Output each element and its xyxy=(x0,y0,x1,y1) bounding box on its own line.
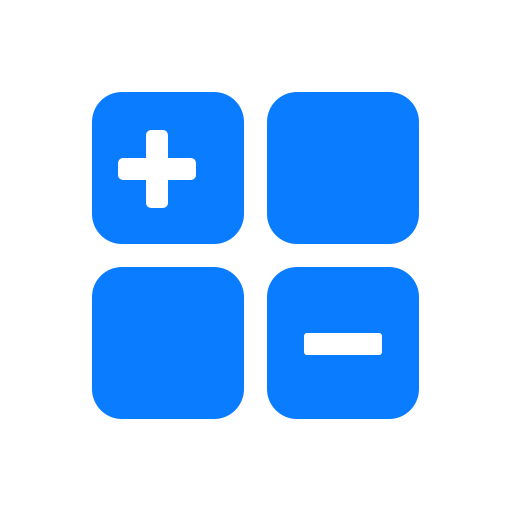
calculator-app-icon xyxy=(0,0,512,512)
tile-blank-top-right xyxy=(267,92,419,244)
tile-blank-bottom-left xyxy=(92,267,244,419)
plus-icon xyxy=(118,130,196,208)
minus-icon xyxy=(304,333,382,355)
tile-plus xyxy=(92,92,244,244)
tile-minus xyxy=(267,267,419,419)
